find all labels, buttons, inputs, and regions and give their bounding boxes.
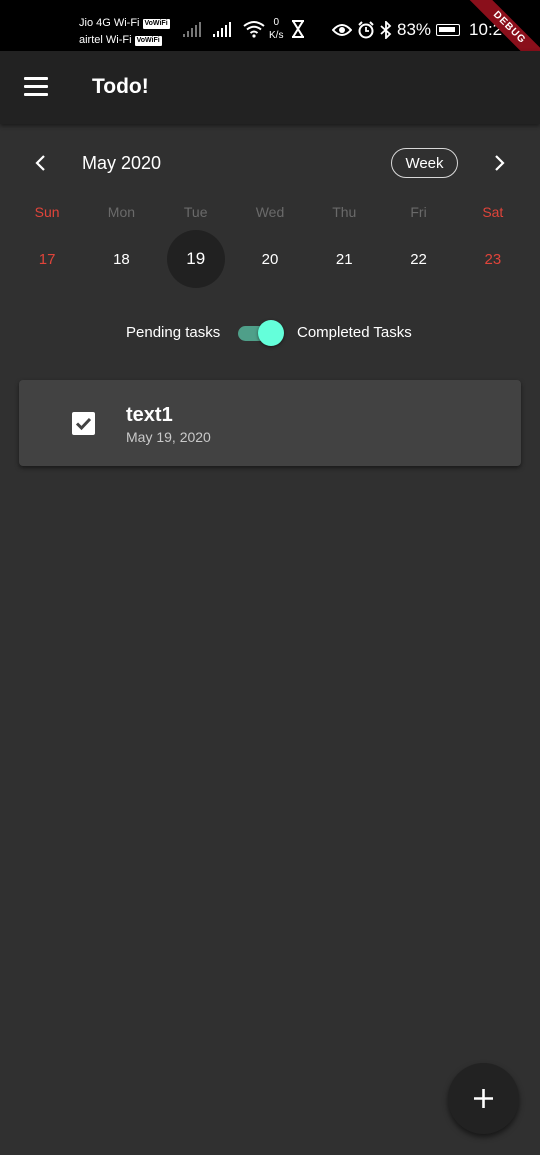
- pending-tasks-label: Pending tasks: [126, 324, 221, 341]
- calendar-week-dates: 17 18 19 20 21 22 23: [10, 230, 530, 288]
- task-checkbox[interactable]: [72, 412, 95, 435]
- network-speed-unit: K/s: [269, 30, 284, 41]
- task-title: text1: [126, 404, 173, 426]
- hamburger-menu-icon[interactable]: [24, 77, 48, 97]
- app-title: Todo!: [92, 75, 149, 98]
- carrier-info: Jio 4G Wi-Fi VoWiFi airtel Wi-Fi VoWiFi: [79, 15, 170, 49]
- calendar-weekdays: Sun Mon Tue Wed Thu Fri Sat: [10, 204, 530, 220]
- hourglass-icon: [292, 20, 305, 38]
- weekday-tue: Tue: [183, 204, 208, 220]
- calendar-day-23[interactable]: 23: [456, 230, 530, 288]
- calendar-format-button[interactable]: Week: [391, 148, 458, 178]
- completed-tasks-label: Completed Tasks: [297, 324, 412, 341]
- selected-day: 19: [166, 230, 225, 288]
- weekday-sat: Sat: [482, 204, 504, 220]
- carrier-2-badge: VoWiFi: [134, 35, 162, 46]
- weekday-mon: Mon: [107, 204, 136, 220]
- calendar-day-19[interactable]: 19: [159, 230, 233, 288]
- add-icon: [474, 1089, 493, 1108]
- task-filter-row: Pending tasks Completed Tasks: [0, 318, 540, 348]
- network-speed-value: 0: [273, 17, 279, 28]
- calendar-header: May 2020 Week: [0, 146, 540, 180]
- bluetooth-icon: [380, 21, 392, 39]
- calendar-day-18[interactable]: 18: [84, 230, 158, 288]
- task-date: May 19, 2020: [126, 429, 211, 445]
- eye-comfort-icon: [332, 24, 352, 36]
- alarm-icon: [358, 21, 374, 39]
- status-right-icons: 83% 10:28: [332, 15, 512, 45]
- weekday-fri: Fri: [410, 204, 427, 220]
- add-task-button[interactable]: [448, 1063, 519, 1134]
- signal-2-icon: [213, 21, 231, 37]
- network-speed: 0 K/s: [269, 16, 283, 42]
- calendar-month-label: May 2020: [82, 153, 162, 173]
- app-screen: Jio 4G Wi-Fi VoWiFi airtel Wi-Fi VoWiFi …: [0, 0, 540, 1155]
- calendar-day-20[interactable]: 20: [233, 230, 307, 288]
- app-bar: Todo!: [0, 51, 540, 124]
- chevron-left-icon[interactable]: [32, 153, 50, 173]
- task-card[interactable]: text1 May 19, 2020: [19, 380, 521, 466]
- weekday-thu: Thu: [332, 204, 357, 220]
- completed-toggle-switch[interactable]: [238, 319, 284, 347]
- carrier-1-name: Jio 4G Wi-Fi: [79, 17, 140, 29]
- switch-thumb: [258, 320, 284, 346]
- status-network-icons: 0 K/s: [183, 14, 305, 44]
- carrier-1-badge: VoWiFi: [142, 18, 170, 29]
- signal-1-icon: [183, 21, 201, 37]
- carrier-2-name: airtel Wi-Fi: [79, 34, 132, 46]
- weekday-sun: Sun: [34, 204, 60, 220]
- calendar-day-22[interactable]: 22: [381, 230, 455, 288]
- status-bar: Jio 4G Wi-Fi VoWiFi airtel Wi-Fi VoWiFi …: [0, 0, 540, 51]
- chevron-right-icon[interactable]: [490, 153, 508, 173]
- calendar-day-17[interactable]: 17: [10, 230, 84, 288]
- checkmark-icon: [75, 417, 92, 431]
- wifi-icon: [243, 21, 265, 38]
- battery-percent: 83%: [397, 20, 432, 39]
- weekday-wed: Wed: [255, 204, 285, 220]
- calendar-day-21[interactable]: 21: [307, 230, 381, 288]
- battery-icon: [436, 24, 461, 36]
